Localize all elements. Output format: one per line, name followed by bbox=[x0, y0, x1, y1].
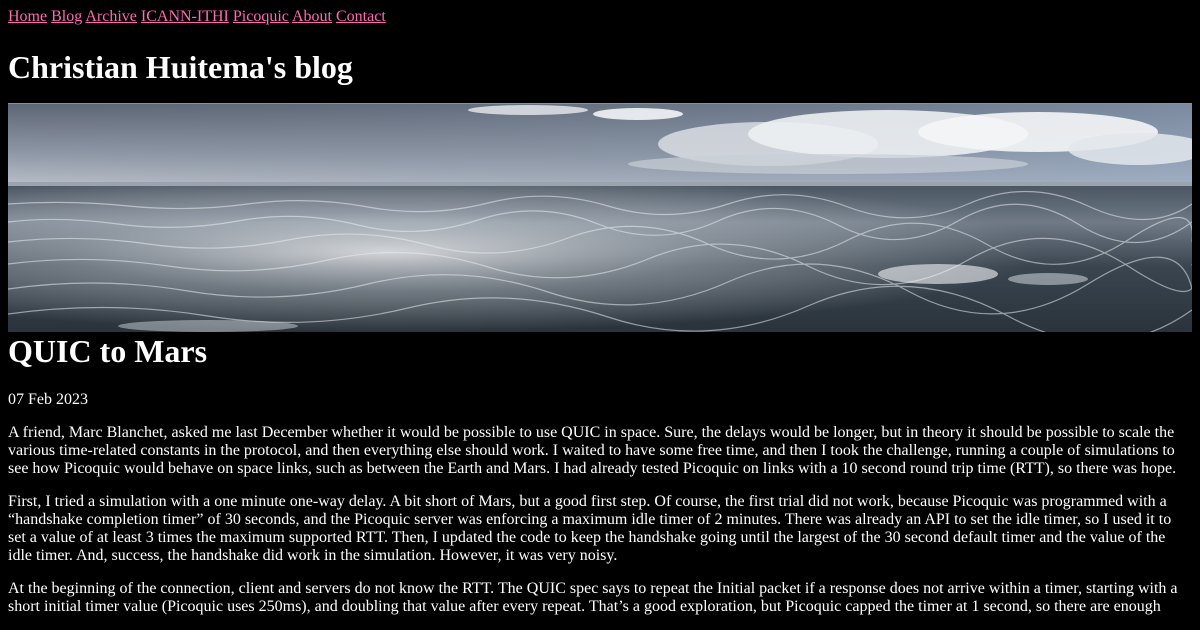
nav-link-blog[interactable]: Blog bbox=[51, 8, 82, 25]
nav-link-home[interactable]: Home bbox=[8, 8, 47, 25]
page: Home Blog Archive ICANN-ITHI Picoquic Ab… bbox=[0, 0, 1200, 616]
nav-link-icann-ithi[interactable]: ICANN-ITHI bbox=[141, 8, 229, 25]
blog-title: Christian Huitema's blog bbox=[8, 49, 353, 85]
post-paragraph: A friend, Marc Blanchet, asked me last D… bbox=[8, 424, 1177, 477]
post-body: A friend, Marc Blanchet, asked me last D… bbox=[8, 424, 1192, 616]
top-nav: Home Blog Archive ICANN-ITHI Picoquic Ab… bbox=[8, 0, 1192, 27]
nav-link-contact[interactable]: Contact bbox=[336, 8, 386, 25]
nav-link-archive[interactable]: Archive bbox=[85, 8, 137, 25]
post-paragraph: First, I tried a simulation with a one m… bbox=[8, 493, 1172, 564]
post-date: 07 Feb 2023 bbox=[8, 391, 88, 408]
post-paragraph: At the beginning of the connection, clie… bbox=[8, 580, 1178, 615]
nav-link-picoquic[interactable]: Picoquic bbox=[233, 8, 289, 25]
post-title: QUIC to Mars bbox=[8, 333, 208, 369]
nav-link-about[interactable]: About bbox=[292, 8, 332, 25]
header-banner-image bbox=[8, 103, 1192, 332]
